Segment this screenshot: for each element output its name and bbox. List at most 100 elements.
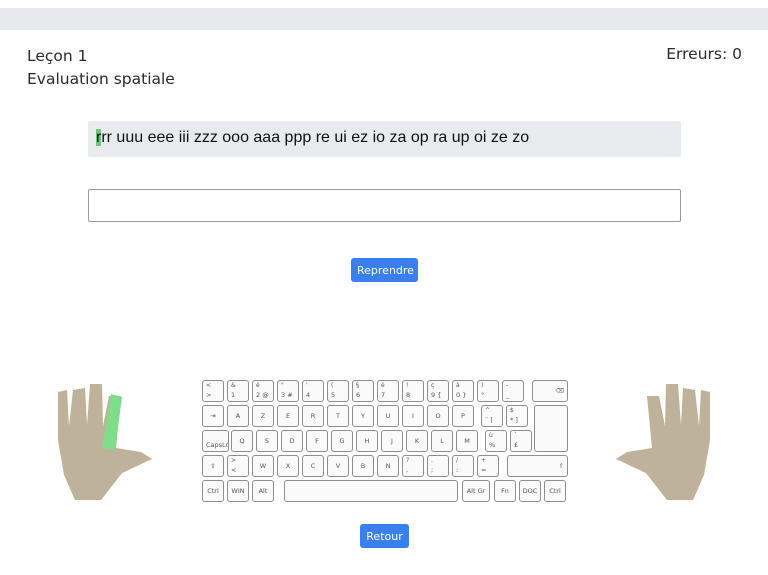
key-r0-k6: § 6 [352,380,374,402]
lesson-subtitle: Evaluation spatiale [27,70,175,88]
key-r1-k4: R [302,405,324,427]
key-r1-k7: U [377,405,399,427]
key-r0-k10: à 0 } [452,380,474,402]
key-label: A [235,412,241,420]
key-label: ⇥ [210,412,216,420]
key-label: Ctrl [207,487,219,495]
key-label: H [364,437,370,445]
key-label: ⇧ [210,462,216,470]
key-r4-k4: Alt Gr [462,480,490,502]
key-label: F [315,437,319,445]
key-label: > [206,391,212,399]
key-label: : [456,466,459,474]
key-r1-k8: I [402,405,424,427]
key-label: J [391,437,393,445]
key-r3-k9: .; [427,455,449,477]
key-label: E [285,412,291,420]
key-r4-k3 [284,480,458,502]
key-label: é [256,382,260,389]
key-r2-k12: ` £ [510,430,532,452]
key-label: ç [431,382,435,389]
key-label: Alt [258,487,268,495]
key-label: CapsLock [206,441,229,449]
key-label: & [231,382,236,389]
virtual-keyboard: < > & 1 é 2 @ " 3 # ' 4(5 § 6 è 7! 8 ç 9 {à 0 }) ° - _ ⌫ ⇥ A Z E R… [200,380,570,505]
error-counter: Erreurs: 0 [666,45,742,63]
key-label: , [406,466,409,474]
key-label: < [231,466,237,474]
key-label: Alt Gr [466,487,486,495]
key-r2-k11: ù% [485,430,507,452]
key-r3-k7: N [377,455,399,477]
key-label: S [264,437,270,445]
lesson-header: Leçon 1 Evaluation spatiale [27,45,175,91]
key-label: ` [514,432,517,439]
key-r1-k9: O [427,405,449,427]
key-label: DOC [522,487,538,495]
key-label: § [356,382,359,389]
key-label: - [506,382,509,389]
key-label: 7 [381,391,386,399]
key-r0-k0: < > [202,380,224,402]
key-label: _ [506,391,510,399]
key-label: O [435,412,441,420]
resume-button[interactable]: Reprendre [351,258,418,282]
key-label: WIN [231,487,245,495]
key-r4-k1: WIN [227,480,249,502]
key-r2-k8: K [406,430,428,452]
key-label: 4 [306,391,311,399]
key-label: > [231,457,237,464]
key-r2-k3: D [281,430,303,452]
key-label: K [414,437,420,445]
key-r1-k5: T [327,405,349,427]
lesson-title: Leçon 1 [27,47,88,65]
key-label: V [335,462,341,470]
key-label: à [456,382,460,389]
key-r1-k3: E [277,405,299,427]
key-label: ( [331,382,334,389]
key-r0-k2: é 2 @ [252,380,274,402]
top-bar [0,8,768,30]
key-r4-k6: DOC [519,480,541,502]
key-label: I [412,412,414,420]
key-r2-k7: J [381,430,403,452]
key-label: Y [361,412,365,420]
key-label: * ] [510,416,518,424]
key-label: Z [260,412,266,420]
key-label: 0 } [456,391,467,399]
key-label: D [289,437,295,445]
key-r2-k4: F [306,430,328,452]
key-r2-k6: H [356,430,378,452]
key-label: N [385,462,391,470]
key-r0-k7: è7 [377,380,399,402]
key-r1-k6: Y [352,405,374,427]
key-r2-k9: L [431,430,453,452]
key-label: 6 [356,391,361,399]
key-r3-k1: > < [227,455,249,477]
key-label: M [464,437,470,445]
key-label: X [285,462,291,470]
key-label: L [440,437,444,445]
key-r0-k8: ! 8 [402,380,424,402]
key-label: ù [489,432,493,439]
key-r4-k2: Alt [252,480,274,502]
key-r4-k0: Ctrl [202,480,224,502]
typing-input[interactable] [88,189,681,222]
exercise-text: rrr uuu eee iii zzz ooo aaa ppp re ui ez… [88,121,681,157]
key-r0-k11: ) ° [477,380,499,402]
key-r0-k5: (5 [327,380,349,402]
key-label: C [310,462,316,470]
key-r3-k11: + = [477,455,499,477]
key-label: ! [406,382,409,389]
back-button[interactable]: Retour [360,524,409,548]
key-r3-k10: /: [452,455,474,477]
key-label: $ [510,407,514,414]
key-label: ^ [485,407,491,414]
key-r1-k12: $ * ] [506,405,528,427]
key-label: Ctrl [549,487,561,495]
key-label: = [481,466,487,474]
key-label: B [360,462,366,470]
key-label: Fn [501,487,509,495]
key-r1-k0: ⇥ [202,405,224,427]
key-r3-k8: ?, [402,455,424,477]
